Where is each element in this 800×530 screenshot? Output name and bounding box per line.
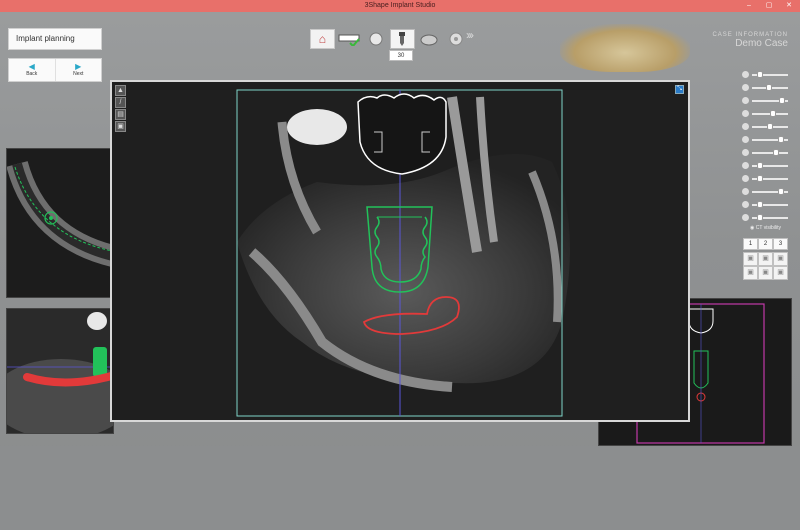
slider-knob[interactable] (766, 84, 772, 91)
implant-button[interactable] (389, 29, 415, 49)
navigation-box: ◀ Back ▶ Next (8, 58, 102, 82)
visibility-slider[interactable] (742, 148, 788, 158)
maximize-button[interactable]: ▢ (762, 0, 776, 12)
slider-track[interactable] (752, 152, 788, 154)
slider-knob[interactable] (757, 214, 763, 221)
layout-tab-3[interactable]: 3 (773, 238, 788, 250)
slider-knob[interactable] (757, 175, 763, 182)
view-back-icon[interactable]: ▣ (743, 266, 758, 280)
visibility-slider[interactable] (742, 200, 788, 210)
view-toolbar: ▲ / ▤ ▣ (115, 85, 126, 133)
slider-knob[interactable] (767, 123, 773, 130)
axial-view[interactable] (6, 148, 114, 298)
minimize-button[interactable]: – (742, 0, 756, 12)
gray-scale-icon[interactable]: ▤ (115, 109, 126, 120)
view-left-icon[interactable]: ▣ (758, 266, 773, 280)
main-ct-image (112, 82, 688, 420)
visibility-slider[interactable] (742, 70, 788, 80)
skull-model[interactable] (560, 24, 690, 72)
panoramic-icon (338, 34, 360, 46)
case-info: CASE INFORMATION Demo Case (712, 32, 788, 49)
next-label: Next (73, 71, 84, 77)
close-button[interactable]: ✕ (782, 0, 796, 12)
view-side-icon[interactable]: ▣ (758, 252, 773, 266)
tooth-visibility-icon (742, 149, 749, 156)
crown-visibility-icon (742, 84, 749, 91)
layout-tab-2[interactable]: 2 (758, 238, 773, 250)
view-front-icon[interactable]: ▣ (743, 252, 758, 266)
workspace: Implant planning ◀ Back ▶ Next ⌂ 30 ››› … (0, 12, 800, 530)
pencil-icon[interactable]: / (115, 97, 126, 108)
main-cross-section-view[interactable]: ▲ / ▤ ▣ ⤡ (110, 80, 690, 422)
visibility-slider[interactable] (742, 96, 788, 106)
guide-visibility-icon (742, 97, 749, 104)
view-orientation-grid: ▣ ▣ ▣ ▣ ▣ ▣ (743, 252, 788, 280)
slider-knob[interactable] (778, 136, 784, 143)
collapse-view-icon[interactable]: ⤡ (675, 85, 684, 94)
visibility-slider[interactable] (742, 83, 788, 93)
visibility-slider[interactable] (742, 135, 788, 145)
visibility-slider[interactable] (742, 109, 788, 119)
slider-knob[interactable] (773, 149, 779, 156)
crown-button[interactable] (363, 29, 388, 49)
view-top-icon[interactable]: ▣ (773, 252, 788, 266)
back-label: Back (26, 71, 38, 77)
layout-tab-1[interactable]: 1 (743, 238, 758, 250)
contrast-icon (742, 214, 749, 221)
sleeve-visibility-icon (742, 123, 749, 130)
visibility-slider[interactable] (742, 122, 788, 132)
step-chevrons: ››› (466, 28, 474, 42)
back-arrow-icon: ◀ (28, 62, 35, 71)
visibility-slider[interactable] (742, 174, 788, 184)
guide-icon (420, 34, 438, 46)
visibility-slider[interactable] (742, 161, 788, 171)
scan-visibility-icon (742, 162, 749, 169)
export-button[interactable] (443, 29, 468, 49)
next-button[interactable]: ▶ Next (54, 59, 102, 81)
implant-icon (399, 32, 406, 46)
crown-icon (369, 32, 383, 46)
panoramic-view[interactable] (6, 308, 114, 434)
measure-icon[interactable]: ▲ (115, 85, 126, 96)
bottom-area (0, 446, 800, 530)
workflow-toolbar: ⌂ (310, 28, 470, 50)
visibility-slider[interactable] (742, 187, 788, 197)
slider-knob[interactable] (778, 188, 784, 195)
panoramic-button[interactable] (337, 29, 362, 49)
slider-knob[interactable] (779, 97, 785, 104)
model-visibility-icon (742, 188, 749, 195)
implant-visibility-icon (742, 71, 749, 78)
ct-visibility-text: CT visibility (755, 225, 781, 231)
abutment-visibility-icon (742, 110, 749, 117)
title-bar: 3Shape Implant Studio – ▢ ✕ (0, 0, 800, 12)
home-icon: ⌂ (318, 32, 326, 46)
visibility-slider[interactable] (742, 213, 788, 223)
ct-visibility-label[interactable]: ◉ CT visibility (750, 225, 781, 231)
home-button[interactable]: ⌂ (310, 29, 335, 49)
back-button[interactable]: ◀ Back (9, 59, 55, 81)
slider-knob[interactable] (757, 71, 763, 78)
axial-ct-image (7, 149, 113, 297)
layout-tabs: 1 2 3 (743, 238, 788, 250)
nerve-visibility-icon (742, 175, 749, 182)
panoramic-ct-image (7, 309, 113, 433)
guide-button[interactable] (417, 29, 442, 49)
slider-knob[interactable] (757, 162, 763, 169)
implant-planning-label: Implant planning (8, 28, 102, 50)
slider-knob[interactable] (757, 201, 763, 208)
next-arrow-icon: ▶ (75, 62, 82, 71)
slider-knob[interactable] (770, 110, 776, 117)
zoom-value-field[interactable]: 30 (389, 50, 413, 61)
view-right-icon[interactable]: ▣ (773, 266, 788, 280)
snapshot-icon[interactable]: ▣ (115, 121, 126, 132)
case-name: Demo Case (735, 38, 788, 49)
export-icon (449, 32, 463, 46)
window-title: 3Shape Implant Studio (364, 2, 436, 9)
ct-visibility-icon (742, 136, 749, 143)
settings-visibility-icon (742, 201, 749, 208)
